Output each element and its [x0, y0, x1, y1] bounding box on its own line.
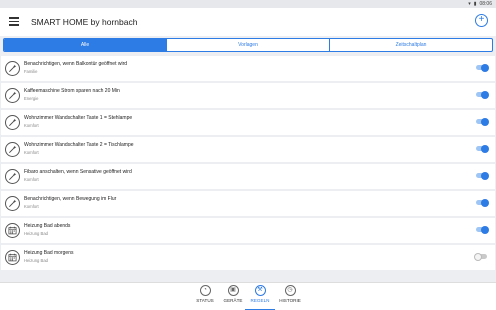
devices-icon: ▣ — [227, 285, 239, 296]
nav-item-regeln[interactable]: ⚒ REGELN — [245, 285, 275, 310]
rule-category: Energie — [24, 96, 39, 101]
battery-icon: ▮ — [473, 1, 477, 7]
wand-icon — [5, 115, 20, 130]
plus-circle-icon: + — [478, 14, 485, 25]
rule-category: Heizung Bad — [24, 231, 48, 236]
rule-title: Wohnzimmer Wandschalter Taste 2 = Tischl… — [24, 142, 134, 148]
rule-row[interactable]: Fibaro anschalten, wenn Sensative geöffn… — [1, 164, 495, 189]
rule-toggle[interactable] — [476, 171, 489, 180]
tab-vorlagen[interactable]: Vorlagen — [167, 39, 330, 51]
nav-label: STATUS — [196, 298, 214, 303]
rule-category: Familie — [24, 69, 38, 74]
rule-title: Benachrichtigen, wenn Bewegung im Flur — [24, 196, 117, 202]
rule-row[interactable]: Wohnzimmer Wandschalter Taste 1 = Stehla… — [1, 110, 495, 135]
tab-zeitschaltplan[interactable]: Zeitschaltplan — [330, 39, 492, 51]
rule-row[interactable]: Heizung Bad morgens Heizung Bad — [1, 245, 495, 270]
filter-tabs: Alle Vorlagen Zeitschaltplan — [3, 38, 493, 52]
wand-icon — [5, 88, 20, 103]
rule-title: Wohnzimmer Wandschalter Taste 1 = Stehla… — [24, 115, 133, 121]
rule-title: Heizung Bad abends — [24, 223, 71, 229]
nav-label: HISTORIE — [279, 298, 301, 303]
rule-category: Komfort — [24, 123, 39, 128]
toggle-knob — [481, 198, 489, 207]
history-icon: ◷ — [284, 285, 296, 296]
signal-icon: ▾ — [468, 1, 471, 7]
clock-text: 08:06 — [479, 1, 492, 7]
toggle-knob — [481, 90, 489, 99]
rule-category: Komfort — [24, 204, 39, 209]
wand-icon — [5, 142, 20, 157]
toggle-knob — [481, 144, 489, 153]
menu-icon[interactable] — [9, 17, 19, 26]
nav-item-geraete[interactable]: ▣ GERÄTE — [218, 285, 248, 310]
nav-item-historie[interactable]: ◷ HISTORIE — [275, 285, 305, 310]
rule-title: Fibaro anschalten, wenn Sensative geöffn… — [24, 169, 132, 175]
rule-toggle[interactable] — [476, 198, 489, 207]
status-icon: ◔ — [199, 285, 211, 296]
app-title: SMART HOME by hornbach — [31, 17, 138, 27]
rule-toggle[interactable] — [476, 144, 489, 153]
rule-row[interactable]: Wohnzimmer Wandschalter Taste 2 = Tischl… — [1, 137, 495, 162]
toggle-knob — [481, 63, 489, 72]
rule-row[interactable]: Benachrichtigen, wenn Bewegung im Flur Ko… — [1, 191, 495, 216]
add-rule-button[interactable]: + — [475, 14, 488, 27]
wand-icon — [5, 196, 20, 211]
rules-list: Benachrichtigen, wenn Balkontür geöffnet… — [0, 56, 496, 280]
toggle-knob — [481, 117, 489, 126]
toggle-knob — [474, 252, 482, 261]
rule-category: Komfort — [24, 177, 39, 182]
rule-row[interactable]: Benachrichtigen, wenn Balkontür geöffnet… — [1, 56, 495, 81]
rule-row[interactable]: Kaffeemaschine Strom sparen nach 20 Min E… — [1, 83, 495, 108]
status-bar: ▾ ▮ 08:06 — [0, 0, 496, 8]
rule-title: Benachrichtigen, wenn Balkontür geöffnet… — [24, 61, 128, 67]
nav-label: REGELN — [250, 298, 270, 303]
status-icons: ▾ ▮ 08:06 — [468, 0, 492, 8]
nav-item-status[interactable]: ◔ STATUS — [190, 285, 220, 310]
rule-toggle[interactable] — [474, 252, 487, 261]
rule-category: Heizung Bad — [24, 258, 48, 263]
rule-title: Kaffeemaschine Strom sparen nach 20 Min — [24, 88, 120, 94]
rule-toggle[interactable] — [476, 225, 489, 234]
rules-icon: ⚒ — [254, 285, 266, 296]
calendar-icon — [5, 223, 20, 238]
tab-alle[interactable]: Alle — [4, 39, 167, 51]
calendar-icon — [5, 250, 20, 265]
app-bar: SMART HOME by hornbach + — [0, 8, 496, 36]
wand-icon — [5, 61, 20, 76]
rule-toggle[interactable] — [476, 117, 489, 126]
toggle-knob — [481, 225, 489, 234]
rule-toggle[interactable] — [476, 63, 489, 72]
rule-row[interactable]: Heizung Bad abends Heizung Bad — [1, 218, 495, 243]
wand-icon — [5, 169, 20, 184]
rule-toggle[interactable] — [476, 90, 489, 99]
bottom-navigation: ◔ STATUS ▣ GERÄTE ⚒ REGELN ◷ HISTORIE — [0, 282, 496, 310]
rule-title: Heizung Bad morgens — [24, 250, 74, 256]
rule-category: Komfort — [24, 150, 39, 155]
nav-label: GERÄTE — [223, 298, 243, 303]
toggle-knob — [481, 171, 489, 180]
